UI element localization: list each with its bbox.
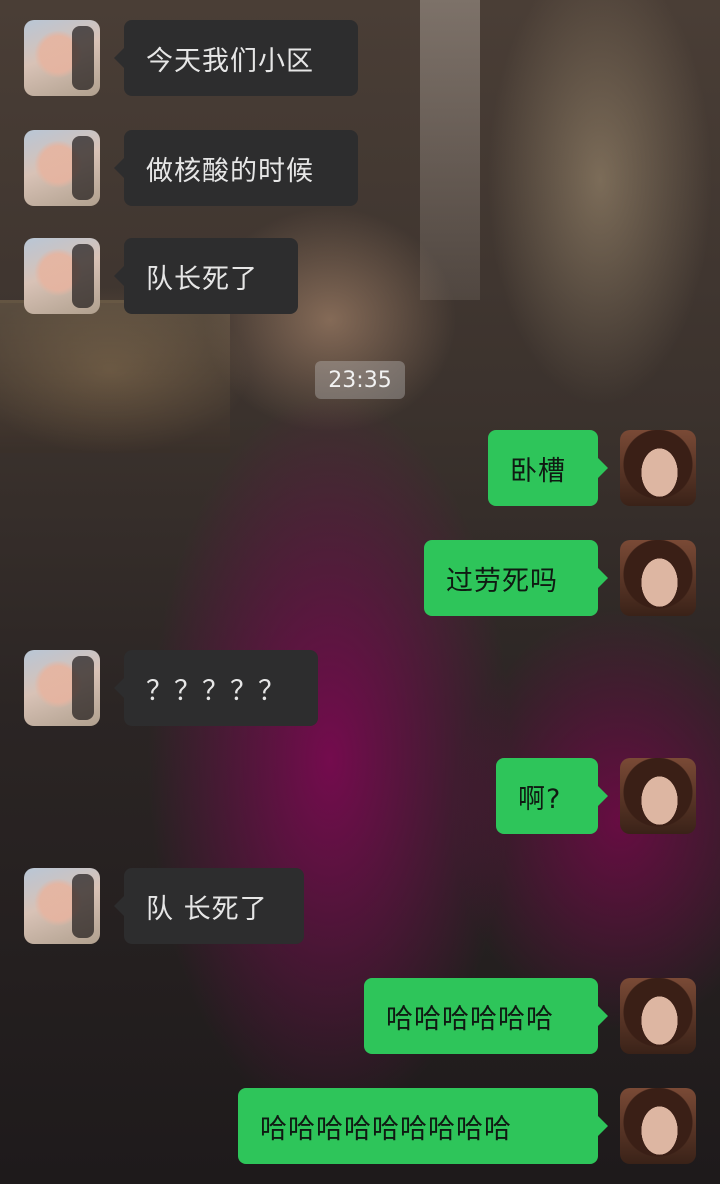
own-avatar[interactable]	[620, 758, 696, 834]
message-text: 做核酸的时候	[146, 155, 314, 187]
message-row: 哈哈哈哈哈哈哈哈哈	[0, 1088, 720, 1164]
message-text: 哈哈哈哈哈哈哈哈哈	[260, 1113, 512, 1145]
message-row: 队长死了	[0, 238, 720, 314]
message-text: 卧槽	[510, 455, 566, 487]
own-avatar[interactable]	[620, 430, 696, 506]
message-bubble-outgoing[interactable]: 过劳死吗	[424, 540, 608, 616]
own-avatar[interactable]	[620, 540, 696, 616]
message-bubble-incoming[interactable]: 做核酸的时候	[114, 130, 358, 206]
message-row: 今天我们小区	[0, 20, 720, 96]
message-text: 啊?	[518, 783, 562, 815]
message-row: 啊?	[0, 758, 720, 834]
message-row: 卧槽	[0, 430, 720, 506]
message-text: 今天我们小区	[146, 45, 314, 77]
message-text: 队长死了	[146, 263, 258, 295]
message-row: 做核酸的时候	[0, 130, 720, 206]
message-text: 队 长死了	[146, 893, 268, 925]
message-bubble-outgoing[interactable]: 卧槽	[488, 430, 608, 506]
message-bubble-incoming[interactable]: ？？？？？	[114, 650, 318, 726]
message-row: 队 长死了	[0, 868, 720, 944]
contact-avatar[interactable]	[24, 650, 100, 726]
message-bubble-incoming[interactable]: 队 长死了	[114, 868, 304, 944]
message-bubble-outgoing[interactable]: 哈哈哈哈哈哈	[364, 978, 608, 1054]
message-text: ？？？？？	[146, 675, 286, 707]
message-text: 过劳死吗	[446, 565, 558, 597]
message-row: ？？？？？	[0, 650, 720, 726]
contact-avatar[interactable]	[24, 130, 100, 206]
contact-avatar[interactable]	[24, 20, 100, 96]
message-bubble-incoming[interactable]: 队长死了	[114, 238, 298, 314]
own-avatar[interactable]	[620, 978, 696, 1054]
chat-timestamp: 23:35	[315, 361, 405, 399]
contact-avatar[interactable]	[24, 868, 100, 944]
message-text: 哈哈哈哈哈哈	[386, 1003, 554, 1035]
message-bubble-outgoing[interactable]: 啊?	[496, 758, 608, 834]
message-bubble-incoming[interactable]: 今天我们小区	[114, 20, 358, 96]
message-row: 哈哈哈哈哈哈	[0, 978, 720, 1054]
contact-avatar[interactable]	[24, 238, 100, 314]
message-row: 过劳死吗	[0, 540, 720, 616]
own-avatar[interactable]	[620, 1088, 696, 1164]
message-bubble-outgoing[interactable]: 哈哈哈哈哈哈哈哈哈	[238, 1088, 608, 1164]
